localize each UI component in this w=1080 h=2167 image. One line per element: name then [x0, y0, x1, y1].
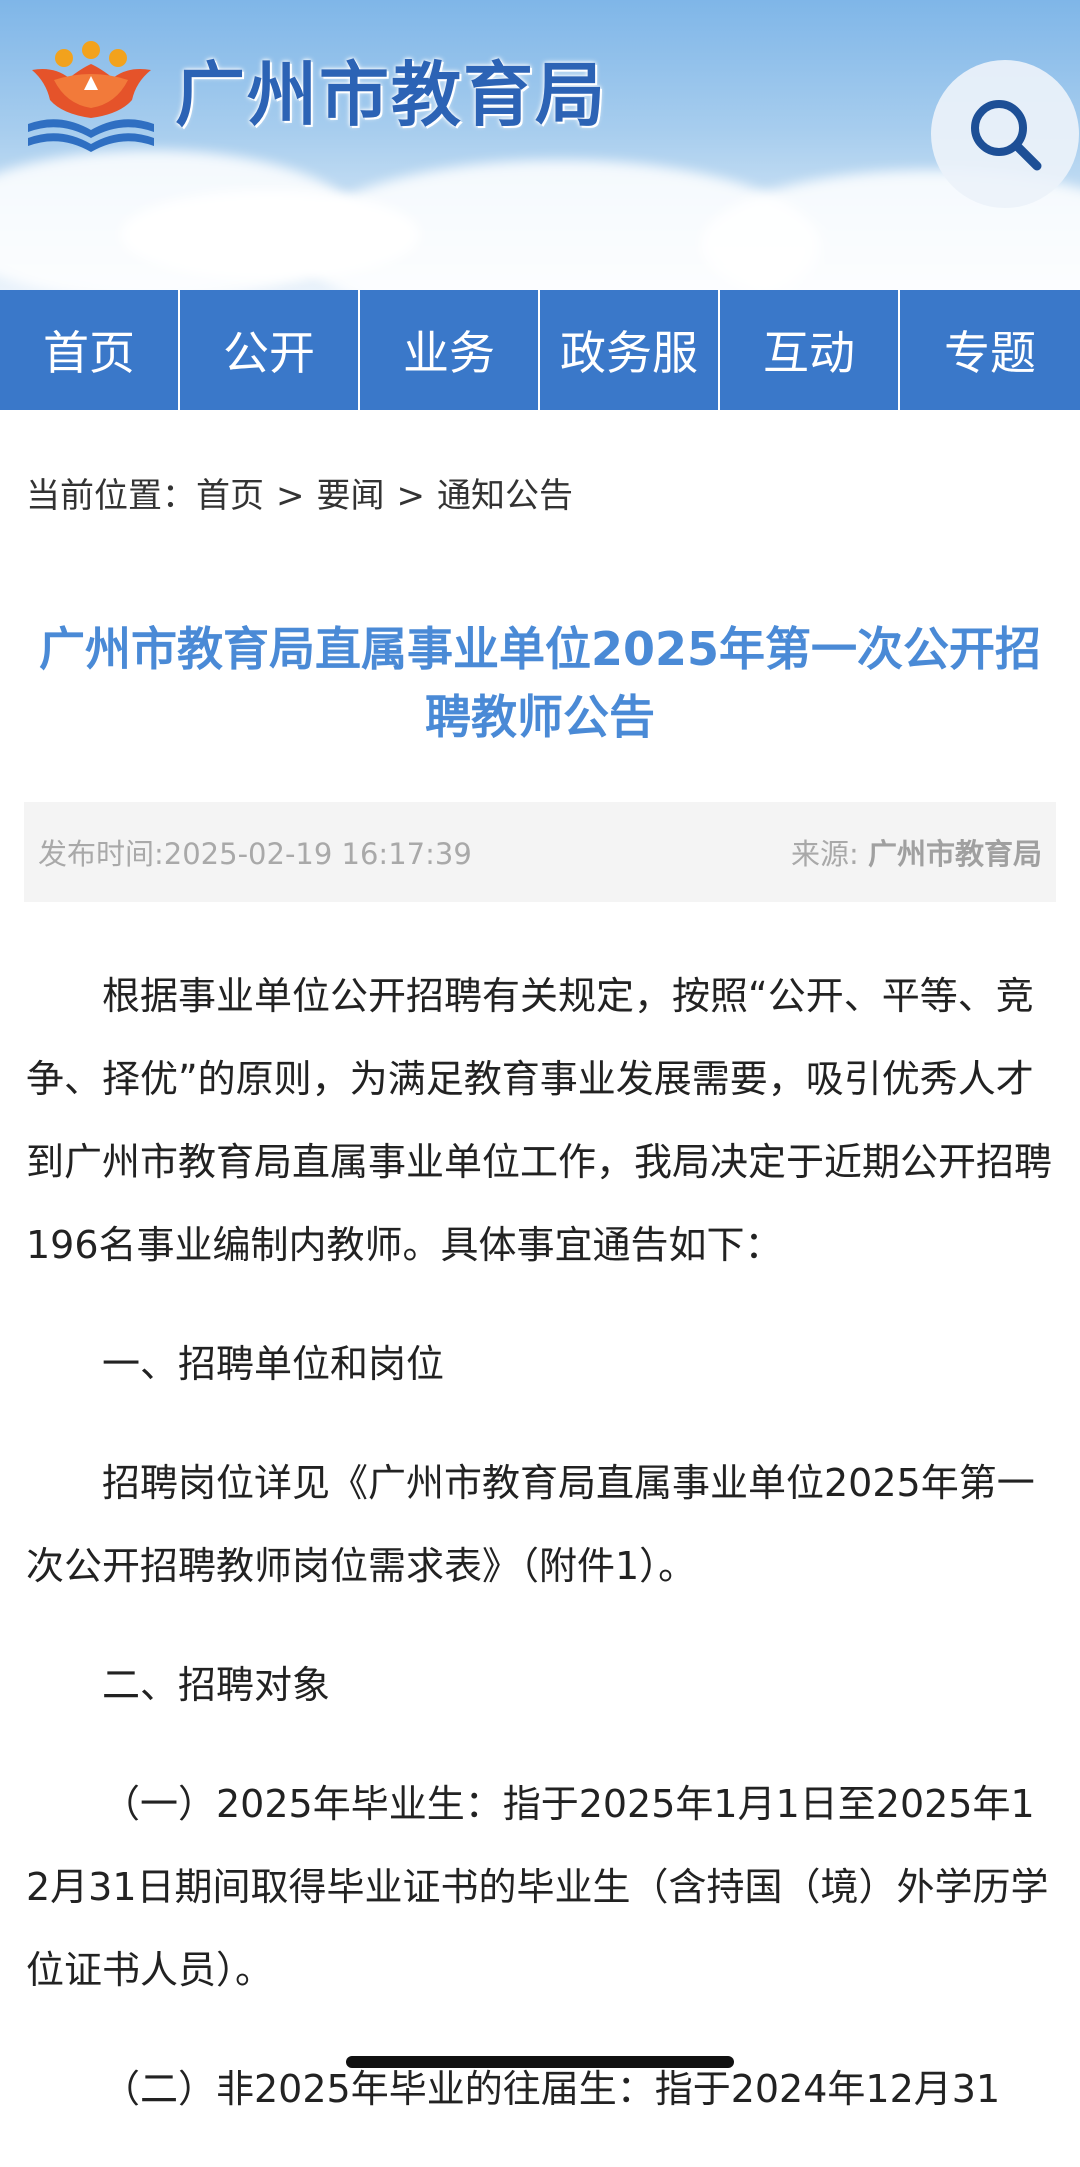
breadcrumb: 当前位置：首页 > 要闻 > 通知公告: [26, 470, 573, 522]
search-icon: [971, 100, 1042, 171]
article-body: 根据事业单位公开招聘有关规定，按照“公开、平等、竞争、择优”的原则，为满足教育事…: [26, 955, 1056, 2167]
breadcrumb-link-notices[interactable]: 通知公告: [437, 476, 573, 516]
breadcrumb-prefix: 当前位置：: [26, 476, 196, 516]
nav-item-home[interactable]: 首页: [0, 290, 178, 410]
nav-item-business[interactable]: 业务: [360, 290, 538, 410]
article-paragraph: 招聘岗位详见《广州市教育局直属事业单位2025年第一次公开招聘教师岗位需求表》（…: [26, 1461, 1035, 1588]
home-indicator[interactable]: [346, 2056, 734, 2068]
article-title: 广州市教育局直属事业单位2025年第一次公开招聘教师公告: [38, 622, 1042, 744]
nav-item-interaction[interactable]: 互动: [720, 290, 898, 410]
breadcrumb-separator: >: [396, 476, 426, 516]
source-value: 广州市教育局: [867, 837, 1042, 871]
search-button[interactable]: [931, 60, 1079, 208]
section-heading: 二、招聘对象: [102, 1663, 331, 1707]
breadcrumb-separator: >: [276, 476, 305, 516]
article-meta: 发布时间:2025-02-19 16:17:39 来源: 广州市教育局: [24, 802, 1056, 902]
source-label: 来源:: [790, 837, 859, 871]
nav-item-government-service[interactable]: 政务服: [540, 290, 718, 410]
breadcrumb-link-news[interactable]: 要闻: [317, 476, 385, 516]
site-title: 广州市教育局: [175, 54, 607, 136]
publish-time: 发布时间:2025-02-19 16:17:39: [38, 837, 472, 871]
cloud-decoration: [120, 190, 420, 280]
site-header: 广州市教育局: [0, 0, 1080, 290]
article-paragraph: （一）2025年毕业生：指于2025年1月1日至2025年12月31日期间取得毕…: [26, 1782, 1049, 1992]
article-source: 来源: 广州市教育局: [791, 831, 1042, 873]
section-heading: 一、招聘单位和岗位: [102, 1342, 445, 1386]
main-nav: 首页 公开 业务 政务服 互动 专题: [0, 290, 1080, 410]
breadcrumb-link-home[interactable]: 首页: [196, 476, 264, 516]
nav-item-public[interactable]: 公开: [180, 290, 358, 410]
education-bureau-logo[interactable]: [24, 38, 159, 160]
nav-item-topics[interactable]: 专题: [900, 290, 1080, 410]
article-paragraph: 根据事业单位公开招聘有关规定，按照“公开、平等、竞争、择优”的原则，为满足教育事…: [26, 974, 1053, 1267]
